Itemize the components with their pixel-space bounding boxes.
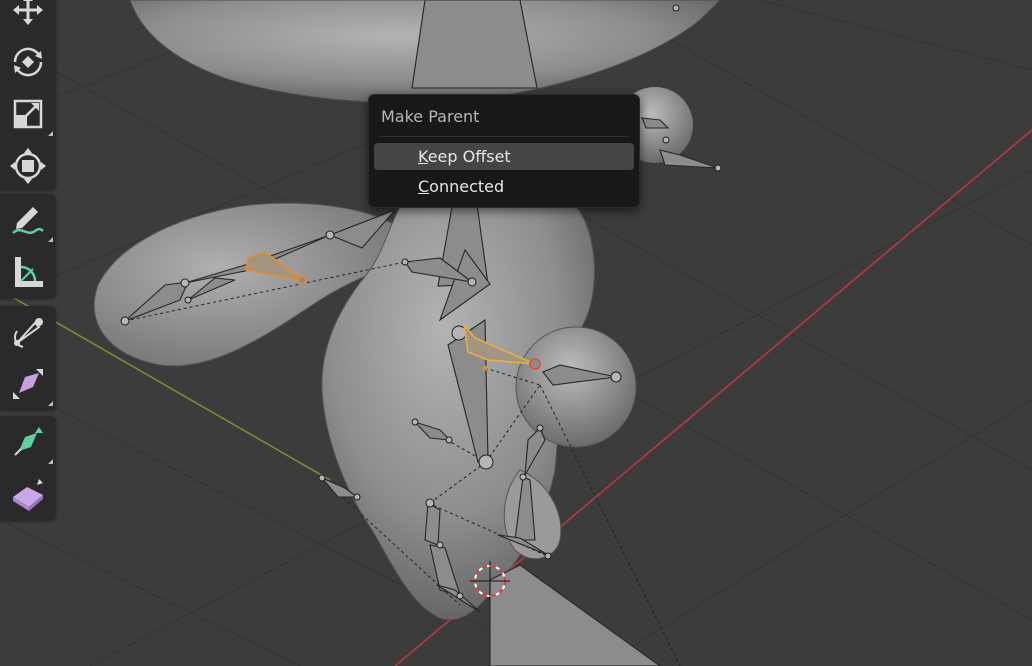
bone-size-icon [13,369,43,399]
tool-more-indicator [48,459,53,464]
move-tool[interactable] [0,0,56,36]
roll-tool[interactable] [0,306,56,358]
menu-item-accelerator: K [418,147,428,166]
toolbar-group-transform [0,0,56,190]
annotate-tool[interactable] [0,194,56,246]
bone-roll-icon [14,318,43,348]
measure-tool[interactable] [0,246,56,298]
toolbar-group-extrude [0,416,56,520]
annotate-icon [12,207,44,234]
menu-item-keep-offset[interactable]: Keep Offset [374,143,634,170]
menu-item-label: eep Offset [427,147,511,166]
menu-separator [379,136,629,137]
rotate-icon [13,47,43,77]
menu-item-connected[interactable]: Connected [374,173,634,200]
rotate-tool[interactable] [0,36,56,88]
tool-more-indicator [48,131,53,136]
menu-item-label: onnected [429,177,505,196]
tool-more-indicator [48,237,53,242]
shear-tool[interactable] [0,468,56,520]
bone-size-tool[interactable] [0,358,56,410]
tool-more-indicator [48,401,53,406]
make-parent-menu: Make Parent Keep Offset Connected [368,94,640,208]
move-icon [13,0,43,25]
measure-icon [15,257,43,287]
scale-icon [13,99,43,129]
mesh-ball-right [515,326,637,448]
transform-tool[interactable] [0,140,56,192]
menu-item-accelerator: C [418,177,430,196]
toolbar-group-bone [0,306,56,410]
toolbar-group-annotate [0,194,56,298]
scale-tool[interactable] [0,88,56,140]
3d-viewport[interactable]: Make Parent Keep Offset Connected [0,0,1032,666]
transform-icon [10,148,46,184]
extrude-tool[interactable] [0,416,56,468]
shear-icon [13,479,43,511]
menu-title: Make Parent [381,107,480,126]
extrude-icon [14,427,43,456]
